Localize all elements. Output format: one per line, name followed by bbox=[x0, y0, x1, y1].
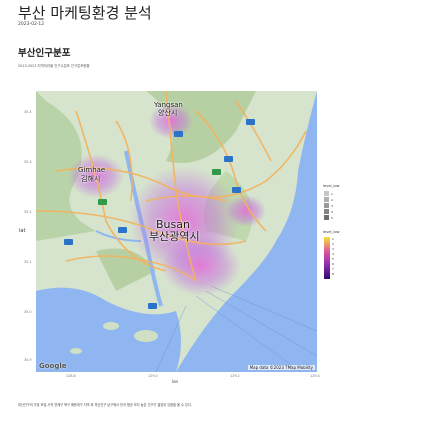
x-tick: 128.8 bbox=[66, 374, 76, 378]
y-tick: 35.1 bbox=[24, 260, 32, 264]
caption: 부산인구의 가장 조밀 사직 연제구 북구 해운대구 지역 와 부산진구 남구에… bbox=[18, 403, 192, 407]
legend-swatch bbox=[324, 203, 329, 208]
y-tick: 35.0 bbox=[24, 310, 32, 314]
x-tick: 129.0 bbox=[148, 374, 158, 378]
legend-item: 3 bbox=[332, 247, 334, 251]
map-label-busan-kr: 부산광역시 bbox=[149, 230, 200, 243]
y-tick: 35.3 bbox=[24, 160, 32, 164]
legend-swatch bbox=[324, 197, 329, 202]
map-label-gimhae-kr: 김해시 bbox=[81, 175, 101, 183]
legend-item: 1 bbox=[332, 237, 334, 241]
legend-item: 7 bbox=[332, 267, 334, 271]
legend-item: 2 bbox=[332, 242, 334, 246]
map-label-gimhae: Gimhae bbox=[78, 166, 106, 174]
section-title: 부산인구분포 bbox=[18, 48, 71, 59]
y-axis-label: lat bbox=[19, 228, 26, 234]
legend-level-title: level_low bbox=[323, 230, 340, 234]
google-logo: Google bbox=[39, 362, 67, 370]
report-date: 2023-02-12 bbox=[18, 22, 45, 27]
y-tick: 35.4 bbox=[24, 110, 32, 114]
legend-item: 5 bbox=[332, 257, 334, 261]
legend-item: 8 bbox=[332, 272, 334, 276]
legend-item: 4 bbox=[331, 210, 333, 214]
legend-level-low-title: level_low bbox=[323, 184, 340, 188]
legend-item: 2 bbox=[331, 198, 333, 202]
legend-item: 6 bbox=[332, 262, 334, 266]
legend-item: 3 bbox=[331, 204, 333, 208]
x-axis-label: lon bbox=[172, 379, 179, 384]
legend-swatch bbox=[324, 191, 329, 196]
map-label-busan: Busan bbox=[156, 218, 190, 231]
legend-gradient-bar bbox=[324, 237, 330, 279]
x-tick: 129.4 bbox=[310, 374, 320, 378]
page-title: 부산 마케팅환경 분석 bbox=[18, 4, 152, 22]
y-tick: 35.2 bbox=[24, 210, 32, 214]
legend-swatch bbox=[324, 209, 329, 214]
legend-item: 1 bbox=[331, 192, 333, 196]
map-credit: Map data ©2023 TMap Mobility bbox=[247, 365, 315, 370]
legend-swatch bbox=[324, 215, 329, 220]
map-label-yangsan: Yangsan bbox=[154, 101, 183, 109]
section-subtitle: 2013-2023 지역저라별 인구수분포 인구분포현황 bbox=[18, 64, 90, 68]
x-tick: 129.2 bbox=[230, 374, 240, 378]
map-panel[interactable]: Yangsan 양산시 Gimhae 김해시 Busan 부산광역시 Googl… bbox=[36, 91, 317, 372]
y-tick: 34.9 bbox=[24, 358, 32, 362]
map-label-yangsan-kr: 양산시 bbox=[158, 109, 178, 117]
legend-item: 4 bbox=[332, 252, 334, 256]
legend-item: 5 bbox=[331, 216, 333, 220]
